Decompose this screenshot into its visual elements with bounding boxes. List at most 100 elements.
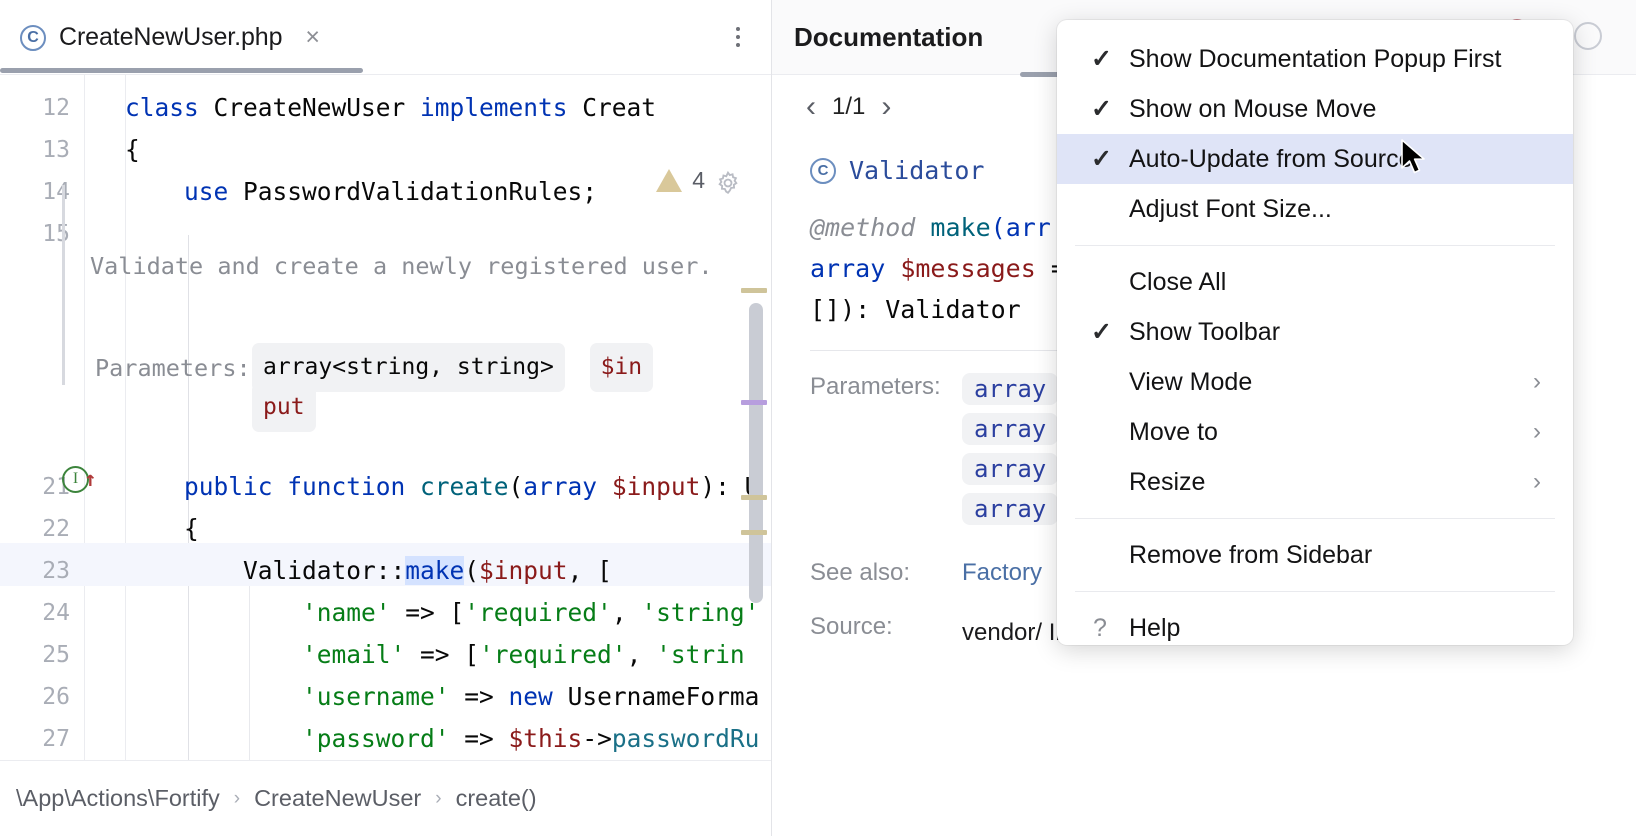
code-line[interactable]: 26 'username' => new UsernameForma [0,676,771,719]
class-icon: C [810,158,836,184]
documentation-context-menu[interactable]: ✓Show Documentation Popup First✓Show on … [1057,20,1573,645]
menu-item-remove-from-sidebar[interactable]: Remove from Sidebar [1057,530,1573,580]
class-icon: C [20,25,46,51]
mouse-pointer-icon [1400,138,1430,185]
menu-separator [1075,591,1555,592]
check-icon: ✓ [1091,94,1112,124]
menu-item-auto-update-from-source[interactable]: ✓ Auto-Update from Source [1057,134,1573,184]
editor-marker-warning-3 [741,530,767,535]
check-icon: ✓ [1091,317,1112,347]
editor-marker-warning-2 [741,495,767,500]
docblock-params-label: Parameters: [95,347,251,390]
code-line-text: { [125,129,140,172]
docblock-param-name-chip-cont: put [252,383,316,432]
menu-item-label: Resize [1129,468,1205,497]
code-line[interactable]: 21 public function create(array $input):… [0,466,771,509]
line-number: 12 [18,87,70,130]
code-line-text: use PasswordValidationRules; [125,171,597,214]
documentation-parameter-chip: array [962,413,1058,445]
line-number: 23 [18,550,70,593]
menu-item-close-all[interactable]: Close All [1057,257,1573,307]
menu-separator [1075,245,1555,246]
code-line[interactable]: 12 class CreateNewUser implements Creat [0,87,771,130]
menu-item-adjust-font-size[interactable]: Adjust Font Size... [1057,184,1573,234]
chevron-right-icon: › [1533,468,1541,496]
menu-separator [1075,518,1555,519]
editor-marker-modified [741,400,767,405]
implements-method-icon[interactable]: I ↑ [62,466,89,493]
code-line[interactable]: 22 { [0,508,771,551]
code-line[interactable]: 27 'password' => $this->passwordRu [0,718,771,760]
tab-active-underline [0,68,363,73]
menu-item-label: Help [1129,614,1180,643]
gear-icon[interactable] [715,167,741,193]
line-number: 13 [18,129,70,172]
code-line-text: class CreateNewUser implements Creat [125,87,656,130]
documentation-parameters-label: Parameters: [810,373,962,533]
documentation-class-name[interactable]: Validator [849,156,984,185]
chevron-right-icon: › [1533,368,1541,396]
line-number: 25 [18,634,70,677]
help-question-icon: ? [1093,614,1107,643]
docblock-accent-bar [62,185,65,385]
check-icon: ✓ [1091,44,1112,74]
editor-marker-warning [741,288,767,293]
code-line-text: Validator::make($input, [ [125,550,612,593]
code-line[interactable]: 23 Validator::make($input, [ [0,550,771,593]
inspection-widget[interactable]: 4 [656,159,741,202]
menu-item-view-mode[interactable]: View Mode › [1057,357,1573,407]
menu-item-label: Adjust Font Size... [1129,195,1332,224]
documentation-see-also-label: See also: [810,559,962,587]
code-line-text: 'password' => $this->passwordRu [125,718,759,760]
code-editor[interactable]: 12 class CreateNewUser implements Creat 13… [0,75,771,760]
page-title: Documentation [794,22,983,53]
next-page-icon[interactable]: › [881,92,891,122]
documentation-source-label: Source: [810,613,962,653]
menu-item-help[interactable]: ? Help [1057,603,1573,653]
inspection-warning-count: 4 [692,159,705,202]
menu-item-label: Close All [1129,268,1226,297]
menu-item-label: Show Toolbar [1129,318,1280,347]
menu-item-label: View Mode [1129,368,1252,397]
breadcrumb-item-class[interactable]: CreateNewUser [254,785,421,812]
prev-page-icon[interactable]: ‹ [806,92,816,122]
breadcrumb-separator: › [234,788,240,810]
menu-item-resize[interactable]: Resize › [1057,457,1573,507]
check-icon: ✓ [1091,144,1112,174]
code-line-text: 'email' => ['required', 'strin [125,634,745,677]
docblock-param-name-chip: $in [590,343,654,392]
editor-pane: C CreateNewUser.php × 12 class CreateNewU… [0,0,771,836]
code-line-text: 'username' => new UsernameForma [125,676,759,719]
line-number: 24 [18,592,70,635]
menu-item-move-to[interactable]: Move to › [1057,407,1573,457]
line-number: 22 [18,508,70,551]
code-line[interactable]: 24 'name' => ['required', 'string' [0,592,771,635]
ide-window: C CreateNewUser.php × 12 class CreateNewU… [0,0,1636,836]
line-number: 27 [18,718,70,760]
menu-item-show-on-mouse-move[interactable]: ✓ Show on Mouse Move [1057,84,1573,134]
line-number: 26 [18,676,70,719]
menu-item-label: Auto-Update from Source [1129,145,1412,174]
documentation-parameter-chip: array [962,453,1058,485]
documentation-see-also-link[interactable]: Factory [962,559,1042,586]
menu-item-label: Remove from Sidebar [1129,541,1372,570]
code-line[interactable]: 25 'email' => ['required', 'strin [0,634,771,677]
breadcrumb-item-method[interactable]: create() [456,785,537,812]
more-vertical-icon[interactable] [727,24,749,50]
menu-item-show-documentation-popup-first[interactable]: ✓Show Documentation Popup First [1057,34,1573,84]
menu-item-label: Move to [1129,418,1218,447]
menu-item-show-toolbar[interactable]: ✓ Show Toolbar [1057,307,1573,357]
code-line-text: { [125,508,199,551]
editor-tabbar: C CreateNewUser.php × [0,0,771,75]
breadcrumb[interactable]: \App\Actions\Fortify › CreateNewUser › c… [0,760,771,836]
menu-item-label: Show on Mouse Move [1129,95,1376,124]
chevron-right-icon: › [1533,418,1541,446]
warning-triangle-icon [656,169,682,192]
code-line-text: 'name' => ['required', 'string' [125,592,759,635]
breadcrumb-separator: › [435,788,441,810]
documentation-parameter-chip: array [962,493,1058,525]
editor-tab-createnewuser[interactable]: C CreateNewUser.php × [0,1,338,75]
close-icon[interactable]: × [305,25,320,50]
breadcrumb-item-namespace[interactable]: \App\Actions\Fortify [16,785,220,812]
editor-vertical-scrollbar[interactable] [749,303,763,603]
